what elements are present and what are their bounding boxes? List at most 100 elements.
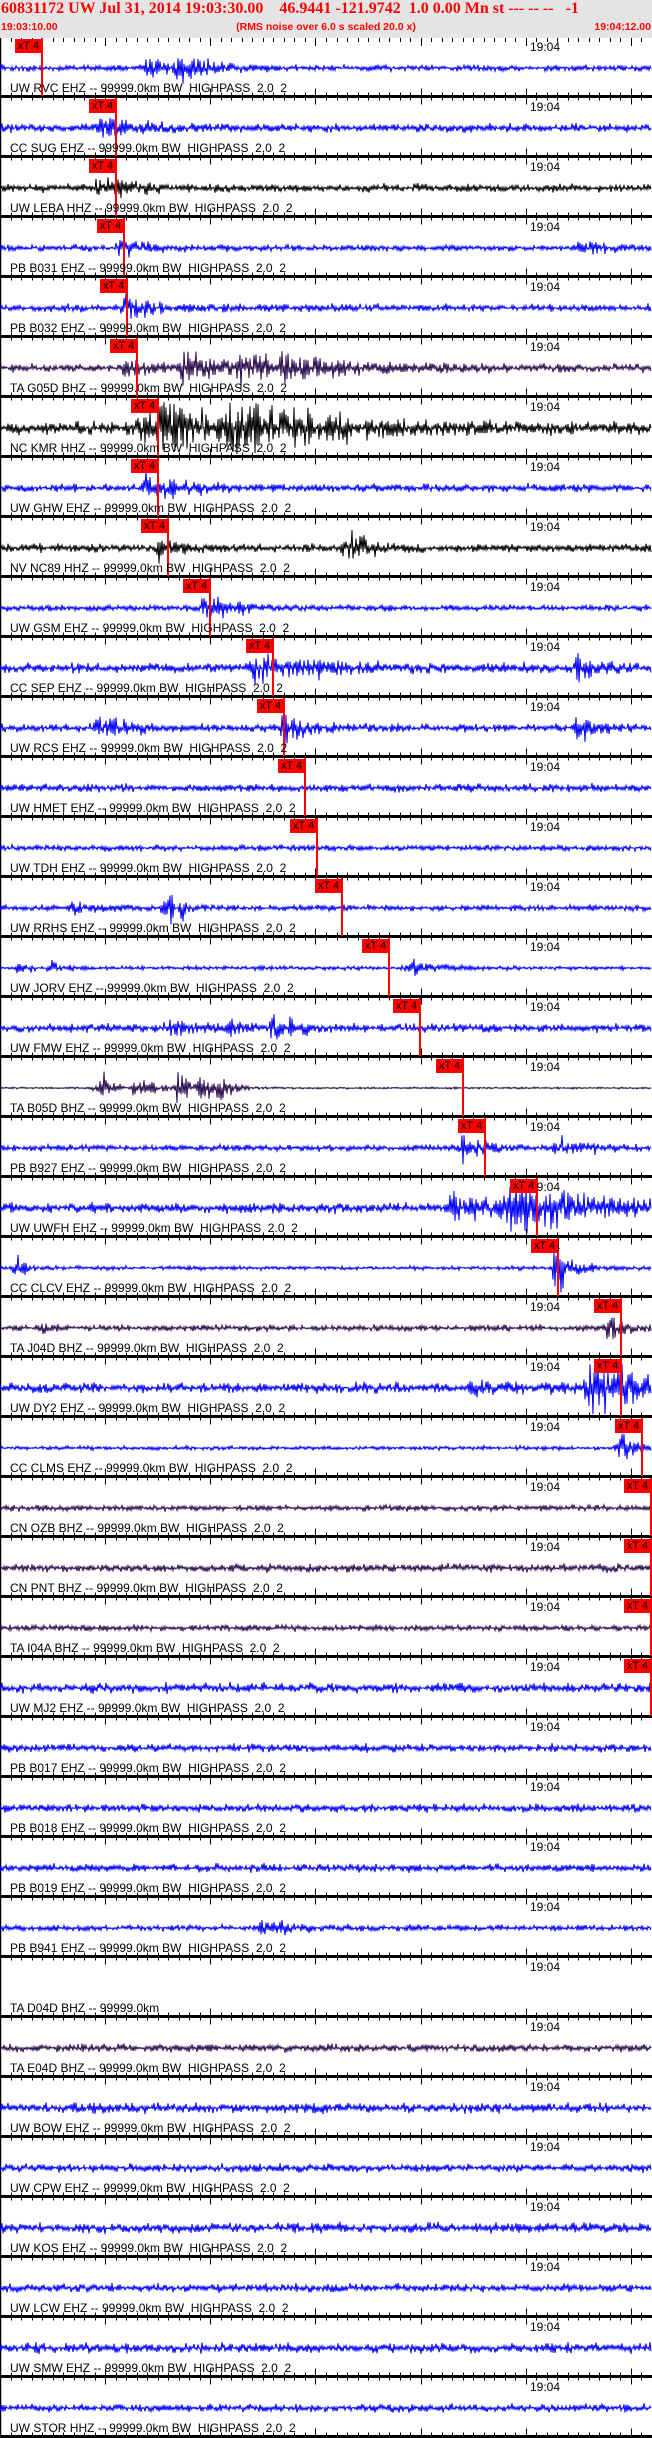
waveform-trace	[0, 2282, 652, 2294]
pick-marker[interactable]: xT 4	[393, 999, 420, 1013]
waveform-trace	[0, 529, 652, 564]
waveform-trace	[0, 958, 652, 976]
waveform-trace	[0, 470, 652, 500]
station-label: PB B031 EHZ -- 99999.0km BW HIGHPASS 2.0…	[10, 261, 286, 275]
station-label: TA I04A BHZ -- 99999.0km BW HIGHPASS 2.0…	[10, 1641, 280, 1655]
waveform-trace	[0, 596, 652, 619]
minute-time-label: 19:04	[530, 1600, 561, 1614]
station-label: UW UWFH EHZ -- 99999.0km BW HIGHPASS 2.0…	[10, 1221, 298, 1235]
pick-marker[interactable]: xT 4	[278, 759, 305, 773]
pick-marker[interactable]: xT 4	[100, 279, 127, 293]
end-time: 19:04:12.00	[594, 21, 651, 33]
station-label: UW JORV EHZ -- 99999.0km BW HIGHPASS 2.0…	[10, 981, 294, 995]
station-label: CN OZB BHZ -- 99999.0km BW HIGHPASS 2.0 …	[10, 1521, 284, 1535]
pick-marker[interactable]: xT 4	[624, 1539, 651, 1553]
pick-marker[interactable]: xT 4	[141, 519, 168, 533]
pick-marker[interactable]: xT 4	[615, 1419, 642, 1433]
minute-time-label: 19:04	[530, 1840, 561, 1854]
pick-marker[interactable]: xT 4	[257, 699, 284, 713]
station-label: TA B05D BHZ -- 99999.0km BW HIGHPASS 2.0…	[10, 1101, 286, 1115]
waveform-trace	[0, 1071, 652, 1104]
minute-time-label: 19:04	[530, 700, 561, 714]
minute-time-label: 19:04	[530, 1720, 561, 1734]
pick-marker[interactable]: xT 4	[246, 639, 273, 653]
waveform-trace	[0, 842, 652, 854]
minute-time-label: 19:04	[530, 460, 561, 474]
station-label: UW TDH EHZ -- 99999.0km BW HIGHPASS 2.0 …	[10, 861, 287, 875]
pick-marker[interactable]: xT 4	[624, 1479, 651, 1493]
minute-time-label: 19:04	[530, 1480, 561, 1494]
minute-time-label: 19:04	[530, 2200, 561, 2214]
station-label: NC KMR HHZ -- 99999.0km BW HIGHPASS 2.0 …	[10, 441, 287, 455]
minute-time-label: 19:04	[530, 1540, 561, 1554]
minute-time-label: 19:04	[530, 760, 561, 774]
minute-time-label: 19:04	[530, 280, 561, 294]
waveform-trace	[0, 1743, 652, 1754]
pick-marker[interactable]: xT 4	[89, 159, 116, 173]
pick-marker[interactable]: xT 4	[531, 1239, 558, 1253]
minute-time-label: 19:04	[530, 1660, 561, 1674]
pick-marker[interactable]: xT 4	[594, 1299, 621, 1313]
pick-marker[interactable]: xT 4	[510, 1179, 537, 1193]
station-label: PB B019 EHZ -- 99999.0km BW HIGHPASS 2.0…	[10, 1881, 286, 1895]
pick-marker[interactable]: xT 4	[131, 399, 158, 413]
waveform-trace	[0, 714, 652, 744]
waveform-trace	[0, 58, 652, 84]
station-label: UW LEBA HHZ -- 99999.0km BW HIGHPASS 2.0…	[10, 201, 293, 215]
station-label: UW GSM EHZ -- 99999.0km BW HIGHPASS 2.0 …	[10, 621, 290, 635]
pick-marker[interactable]: xT 4	[315, 879, 342, 893]
minute-time-label: 19:04	[530, 1780, 561, 1794]
pick-marker[interactable]: xT 4	[97, 219, 124, 233]
station-label: UW LCW EHZ -- 99999.0km BW HIGHPASS 2.0 …	[10, 2301, 289, 2315]
minute-time-label: 19:04	[530, 1960, 561, 1974]
minute-time-label: 19:04	[530, 2380, 561, 2394]
minute-time-label: 19:04	[530, 400, 561, 414]
station-label: PB B927 EHZ -- 99999.0km BW HIGHPASS 2.0…	[10, 1161, 286, 1175]
pick-marker[interactable]: xT 4	[110, 339, 137, 353]
waveform-trace	[0, 1502, 652, 1514]
pick-marker[interactable]: xT 4	[624, 1599, 651, 1613]
station-label: UW GHW EHZ -- 99999.0km BW HIGHPASS 2.0 …	[10, 501, 292, 515]
pick-marker[interactable]: xT 4	[183, 579, 210, 593]
waveform-trace	[0, 292, 652, 321]
station-label: PB B017 EHZ -- 99999.0km BW HIGHPASS 2.0…	[10, 1761, 286, 1775]
station-label: UW KOS EHZ -- 99999.0km BW HIGHPASS 2.0 …	[10, 2241, 288, 2255]
minute-time-label: 19:04	[530, 2320, 561, 2334]
station-label: UW RCS EHZ -- 99999.0km BW HIGHPASS 2.0 …	[10, 741, 288, 755]
pick-marker[interactable]: xT 4	[436, 1059, 463, 1073]
minute-time-label: 19:04	[530, 1060, 561, 1074]
minute-time-label: 19:04	[530, 100, 561, 114]
station-label: PB B941 EHZ -- 99999.0km BW HIGHPASS 2.0…	[10, 1941, 286, 1955]
station-label: UW SMW EHZ -- 99999.0km BW HIGHPASS 2.0 …	[10, 2361, 292, 2375]
pick-marker[interactable]: xT 4	[89, 99, 116, 113]
waveform-trace	[0, 117, 652, 138]
waveform-trace	[0, 1317, 652, 1340]
minute-time-label: 19:04	[530, 340, 561, 354]
station-label: CN PNT BHZ -- 99999.0km BW HIGHPASS 2.0 …	[10, 1581, 283, 1595]
pick-marker[interactable]: xT 4	[131, 459, 158, 473]
minute-time-label: 19:04	[530, 2140, 561, 2154]
waveform-trace	[0, 2221, 652, 2235]
station-label: UW RVC EHZ -- 99999.0km BW HIGHPASS 2.0 …	[10, 81, 287, 95]
station-label: TA J04D BHZ -- 99999.0km BW HIGHPASS 2.0…	[10, 1341, 284, 1355]
station-label: TA D04D BHZ -- 99999.0km	[10, 2001, 160, 2015]
waveform-trace	[0, 1803, 652, 1814]
pick-marker[interactable]: xT 4	[458, 1119, 485, 1133]
station-label: UW RRHS EHZ -- 99999.0km BW HIGHPASS 2.0…	[10, 921, 296, 935]
station-label: UW FMW EHZ -- 99999.0km BW HIGHPASS 2.0 …	[10, 1041, 291, 1055]
waveform-trace	[0, 1919, 652, 1936]
rms-note: (RMS noise over 6.0 s scaled 20.0 x)	[236, 21, 416, 33]
trace-canvas	[0, 38, 652, 2438]
pick-marker[interactable]: xT 4	[594, 1359, 621, 1373]
station-label: CC CLMS EHZ -- 99999.0km BW HIGHPASS 2.0…	[10, 1461, 293, 1475]
waveform-trace	[0, 1622, 652, 1634]
pick-marker[interactable]: xT 4	[362, 939, 389, 953]
station-label: UW DY2 EHZ -- 99999.0km BW HIGHPASS 2.0 …	[10, 1401, 286, 1415]
station-label: NV NC89 HHZ -- 99999.0km BW HIGHPASS 2.0…	[10, 561, 290, 575]
pick-marker[interactable]: xT 4	[624, 1659, 651, 1673]
pick-marker[interactable]: xT 4	[15, 39, 42, 53]
pick-marker[interactable]: xT 4	[290, 819, 317, 833]
minute-time-label: 19:04	[530, 820, 561, 834]
minute-time-label: 19:04	[530, 1900, 561, 1914]
minute-time-label: 19:04	[530, 520, 561, 534]
